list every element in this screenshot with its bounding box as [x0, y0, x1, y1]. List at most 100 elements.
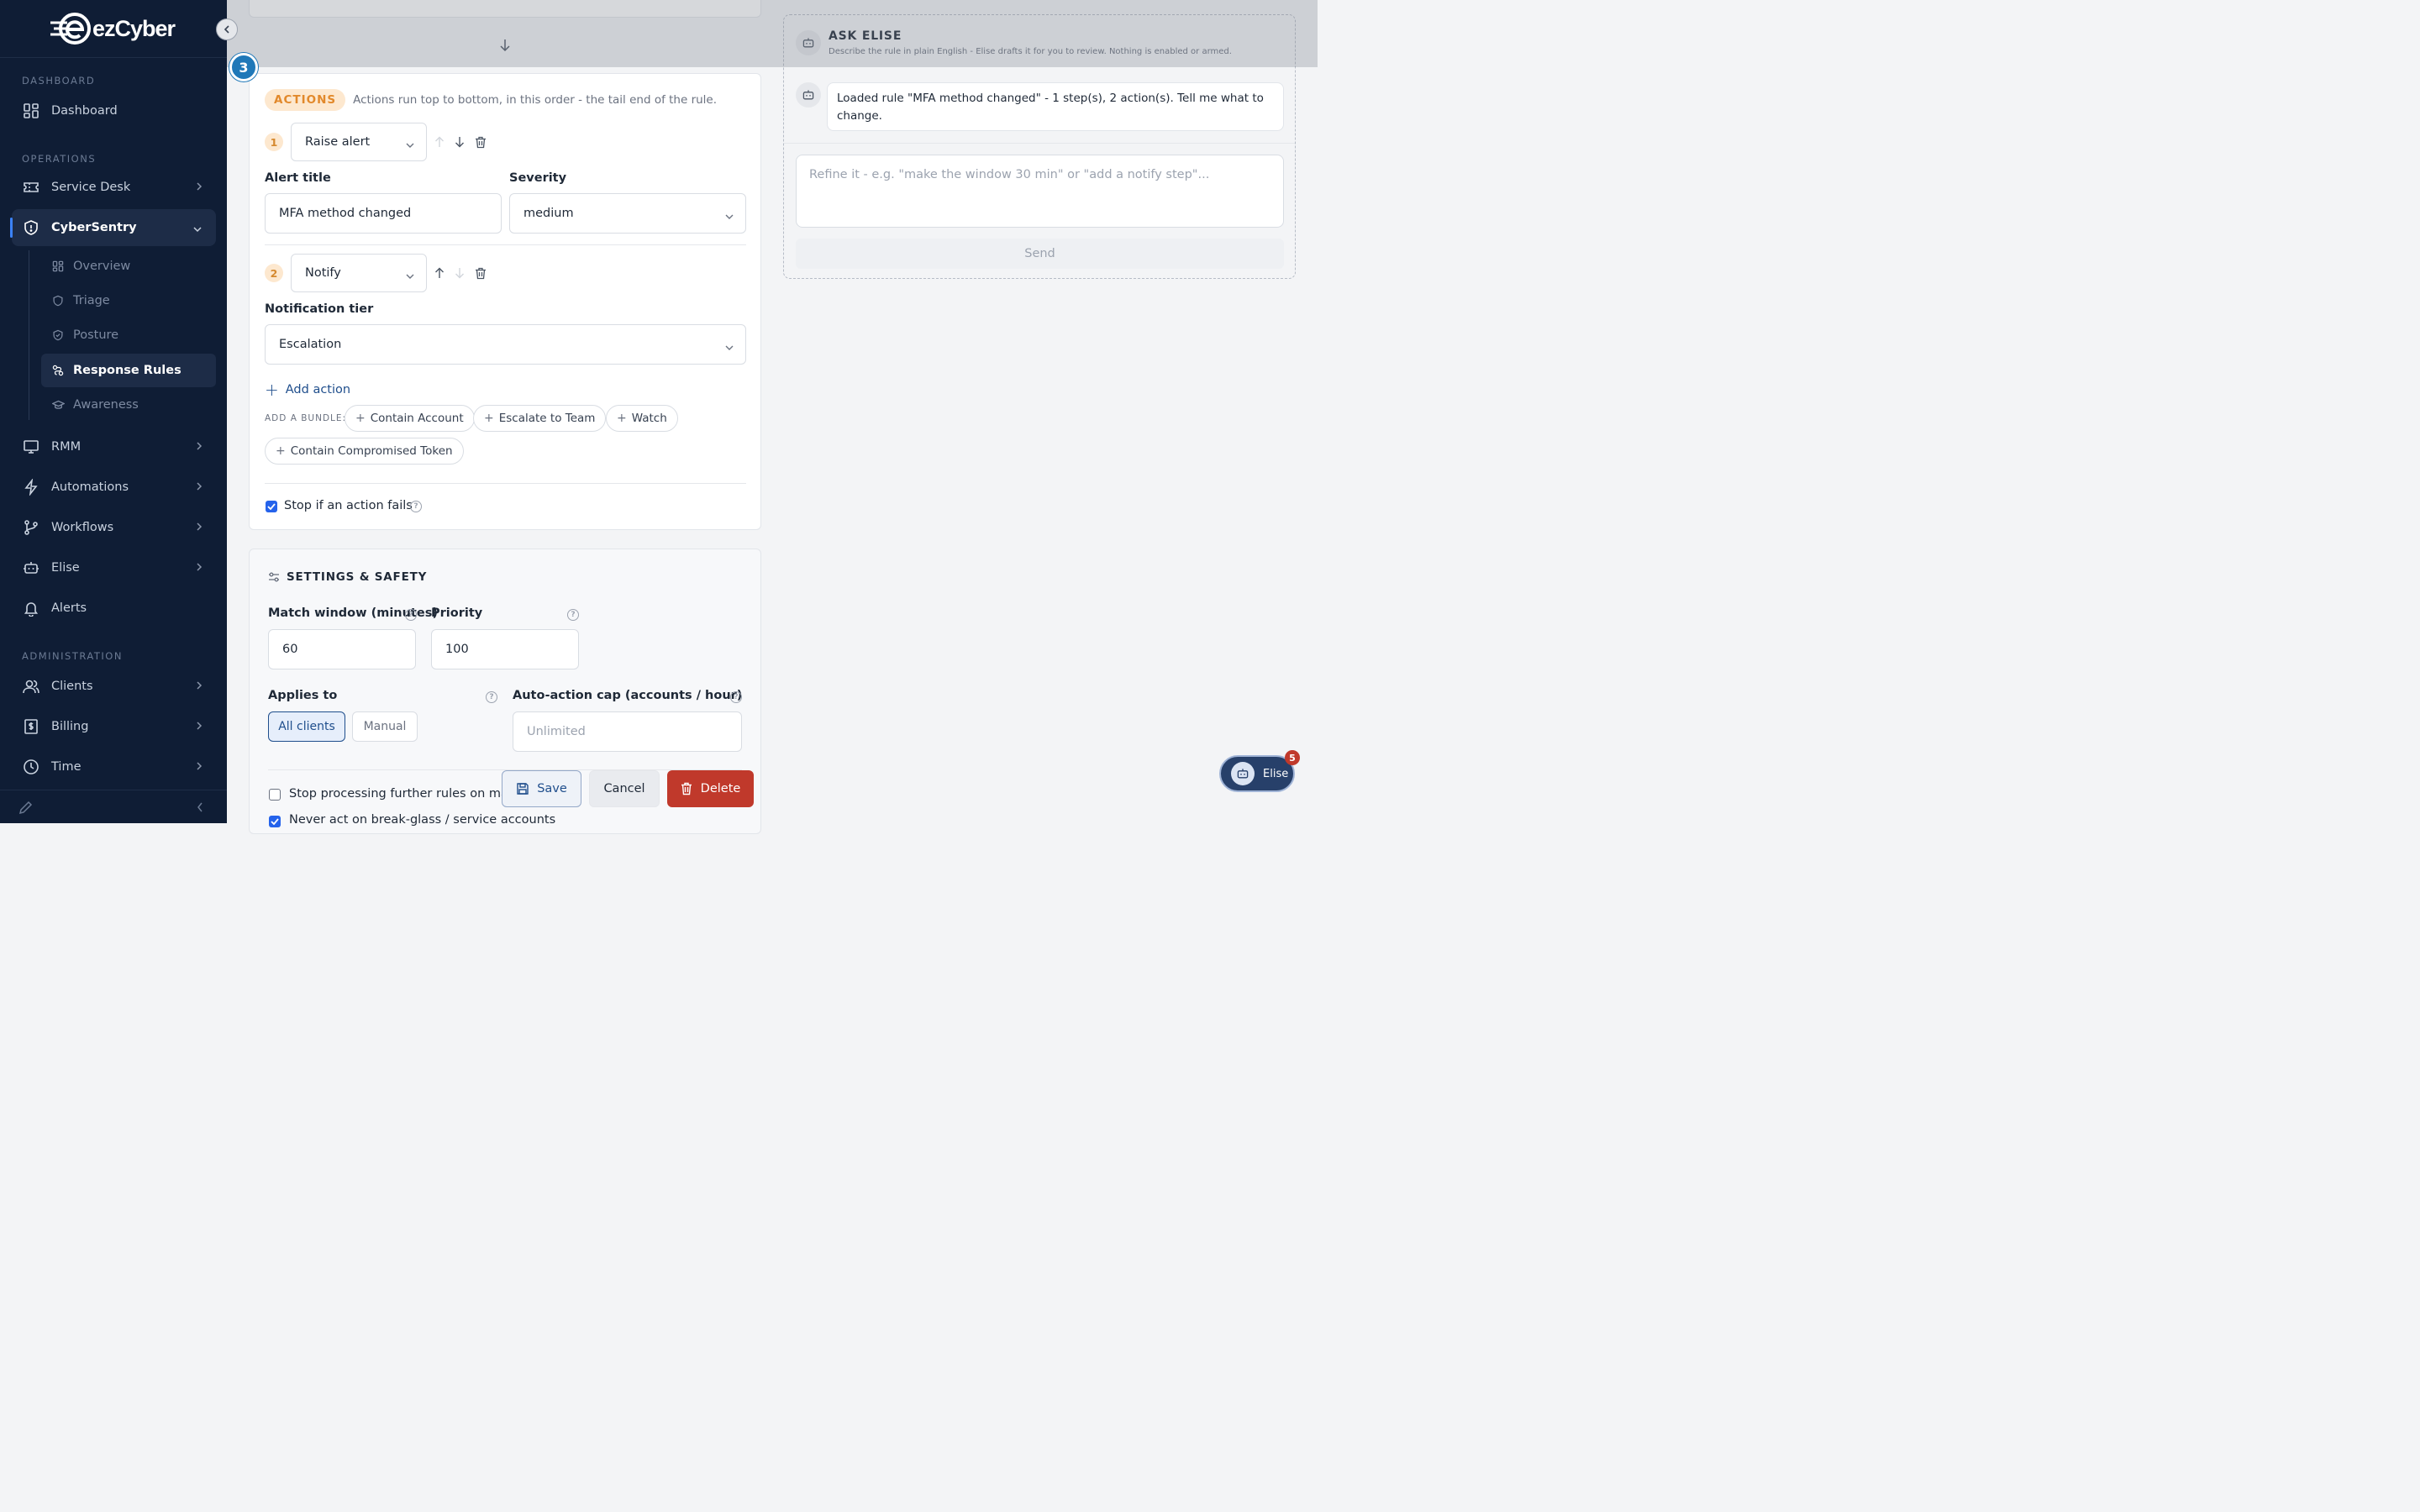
trash-icon[interactable] — [472, 265, 489, 281]
subitem-label: Response Rules — [73, 364, 182, 377]
cancel-button[interactable]: Cancel — [589, 770, 660, 807]
match-window-input[interactable]: 60 — [268, 629, 416, 669]
sidebar-collapse-button[interactable] — [216, 18, 238, 40]
move-down-icon[interactable] — [451, 265, 468, 281]
action-type-select[interactable]: Raise alert — [291, 123, 427, 161]
bot-avatar — [796, 82, 821, 108]
stop-if-fails-checkbox[interactable] — [266, 501, 277, 512]
sidebar: ezCyber DASHBOARD Dashboard OPERATIONS S… — [0, 0, 227, 823]
sidebar-subitem-posture[interactable]: Posture — [41, 319, 216, 351]
tour-overlay — [227, 0, 1318, 67]
priority-label: Priority — [431, 606, 483, 620]
plus-icon: + — [355, 412, 366, 425]
move-up-icon[interactable] — [431, 265, 448, 281]
sidebar-item-workflows[interactable]: Workflows — [12, 511, 216, 544]
sidebar-subitem-response-rules[interactable]: Response Rules — [41, 354, 216, 387]
sidebar-item-cybersentry[interactable]: CyberSentry — [10, 209, 216, 246]
actions-description: Actions run top to bottom, in this order… — [353, 93, 718, 107]
auto-action-cap-label: Auto-action cap (accounts / hour) — [513, 689, 743, 702]
elise-refine-input[interactable]: Refine it - e.g. "make the window 30 min… — [796, 155, 1284, 228]
chevron-left-icon — [224, 25, 229, 34]
subitem-label: Posture — [73, 328, 119, 342]
lightning-icon — [22, 478, 40, 496]
stop-processing-checkbox[interactable] — [269, 789, 281, 801]
grid-icon — [22, 102, 40, 120]
subitem-label: Triage — [73, 294, 110, 307]
sidebar-item-time[interactable]: Time — [12, 750, 216, 784]
delete-button[interactable]: Delete — [667, 770, 754, 807]
notification-tier-select[interactable]: Escalation — [265, 324, 746, 365]
help-icon[interactable]: ? — [567, 609, 579, 621]
move-up-icon[interactable] — [431, 134, 448, 150]
delete-label: Delete — [700, 782, 741, 795]
severity-select[interactable]: medium — [509, 193, 746, 234]
help-icon[interactable]: ? — [405, 609, 417, 621]
chevron-down-icon — [406, 139, 414, 152]
brand-logo[interactable]: ezCyber — [50, 12, 176, 45]
help-icon[interactable]: ? — [486, 691, 497, 703]
never-act-checkbox[interactable] — [269, 816, 281, 827]
actions-card: ACTIONS Actions run top to bottom, in th… — [249, 73, 761, 530]
sidebar-item-rmm[interactable]: RMM — [12, 430, 216, 464]
bundle-chip[interactable]: + Contain Compromised Token — [265, 438, 464, 465]
help-icon[interactable]: ? — [410, 501, 422, 512]
sidebar-footer — [0, 790, 227, 823]
settings-title: SETTINGS & SAFETY — [287, 570, 428, 584]
save-label: Save — [537, 782, 567, 795]
bundle-chip[interactable]: + Watch — [606, 405, 678, 432]
sidebar-item-automations[interactable]: Automations — [12, 470, 216, 504]
action-index-badge: 1 — [265, 133, 283, 151]
sidebar-item-label: Time — [51, 760, 82, 774]
divider — [265, 244, 746, 245]
applies-all-clients-button[interactable]: All clients — [268, 711, 345, 742]
alert-title-input[interactable]: MFA method changed — [265, 193, 502, 234]
sidebar-item-label: Dashboard — [51, 104, 118, 118]
action-type-select[interactable]: Notify — [291, 254, 427, 292]
bot-icon — [22, 559, 40, 577]
sidebar-item-elise[interactable]: Elise — [12, 551, 216, 585]
sidebar-subitem-awareness[interactable]: Awareness — [41, 389, 216, 421]
collapse-left-icon[interactable] — [196, 801, 204, 816]
check-icon — [271, 818, 279, 825]
sidebar-item-dashboard[interactable]: Dashboard — [12, 94, 216, 128]
move-down-icon[interactable] — [451, 134, 468, 150]
sidebar-item-clients[interactable]: Clients — [12, 669, 216, 703]
sidebar-item-label: Billing — [51, 720, 89, 733]
stop-processing-label: Stop processing further rules on match — [289, 787, 504, 801]
elise-fab-button[interactable]: Elise — [1219, 755, 1295, 792]
bundle-chip[interactable]: + Contain Account — [345, 405, 475, 432]
subitem-label: Overview — [73, 260, 131, 273]
auto-action-cap-input[interactable]: Unlimited — [513, 711, 742, 752]
chevron-right-icon — [196, 721, 203, 734]
shield-icon — [51, 294, 65, 307]
sidebar-item-label: Elise — [51, 561, 80, 575]
elise-send-button[interactable]: Send — [796, 239, 1284, 269]
action-index-badge: 2 — [265, 264, 283, 282]
sidebar-subitem-overview[interactable]: Overview — [41, 250, 216, 282]
add-action-label: Add action — [285, 383, 351, 396]
sidebar-item-label: Service Desk — [51, 181, 131, 194]
bot-icon — [802, 90, 814, 100]
step-number-badge: 3 — [229, 53, 258, 81]
brand-name: ezCyber — [92, 15, 176, 41]
sidebar-subitem-triage[interactable]: Triage — [41, 285, 216, 317]
severity-label: Severity — [509, 171, 567, 185]
notification-badge: 5 — [1285, 750, 1300, 765]
sidebar-item-label: Clients — [51, 680, 93, 693]
add-action-button[interactable]: + Add action — [265, 380, 350, 400]
save-button[interactable]: Save — [502, 770, 581, 807]
section-administration: ADMINISTRATION — [22, 650, 123, 662]
sidebar-item-service-desk[interactable]: Service Desk — [12, 171, 216, 204]
applies-manual-button[interactable]: Manual — [352, 711, 418, 742]
bundle-chip[interactable]: + Escalate to Team — [473, 405, 607, 432]
help-icon[interactable]: ? — [730, 691, 742, 703]
sliders-icon — [268, 571, 280, 586]
priority-input[interactable]: 100 — [431, 629, 579, 669]
chevron-right-icon — [196, 181, 203, 195]
pencil-icon[interactable] — [18, 800, 34, 818]
sidebar-item-billing[interactable]: Billing — [12, 710, 216, 743]
trash-icon[interactable] — [472, 134, 489, 150]
sidebar-divider — [0, 57, 227, 58]
sidebar-item-alerts[interactable]: Alerts — [12, 591, 216, 625]
chevron-right-icon — [196, 761, 203, 774]
